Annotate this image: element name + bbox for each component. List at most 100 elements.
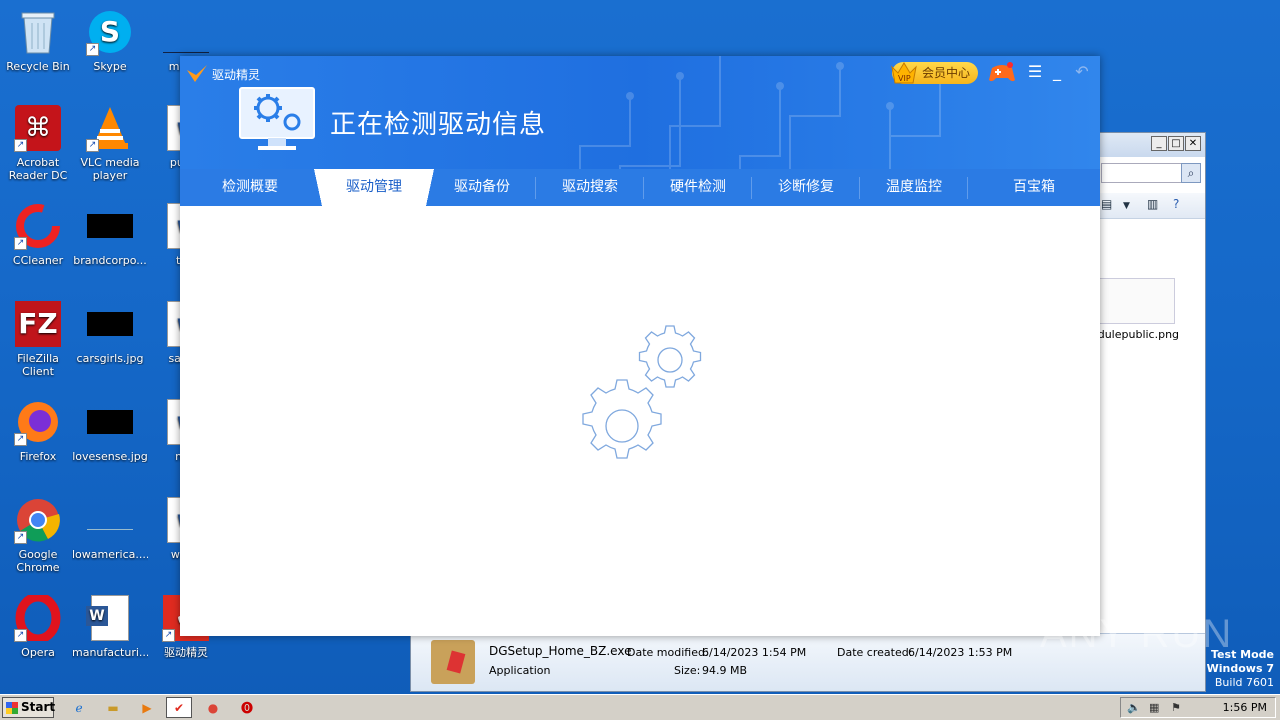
desktop-icon-label: Recycle Bin [6,60,70,73]
search-input[interactable] [1101,163,1189,183]
installer-package-icon [431,640,475,684]
desktop-icon-skype[interactable]: S ↗ Skype [72,8,148,73]
loading-gears-icon [582,325,702,459]
desktop-icon-label: Firefox [19,450,57,463]
tab-label: 诊断修复 [778,179,834,195]
desktop-icon-vlc[interactable]: ↗ VLC media player [72,104,148,182]
desktop-icon-label: Skype [93,60,127,73]
details-date-modified-label: Date modified: [627,646,709,659]
filezilla-icon: FZ [14,300,62,348]
drivergenius-logo-icon [187,65,207,82]
tab-label: 检测概要 [222,179,278,195]
opera-icon: ↗ [14,594,62,642]
recycle-bin-icon [14,8,62,56]
system-tray: 🔈 ▦ ⚑ 1:56 PM [1120,697,1276,718]
desktop-icon-label: FileZilla Client [17,352,59,378]
menu-icon[interactable]: ☰ [1026,62,1044,81]
page-title: 正在检测驱动信息 [330,110,547,140]
file-thumbnail[interactable] [1091,278,1175,324]
desktop-icon-label: 驱动精灵 [164,646,208,659]
tab-label: 硬件检测 [670,179,726,195]
desktop-icon-label: Google Chrome [16,548,60,574]
vip-crown-icon: VIP [891,62,917,84]
vip-center-label: 会员中心 [922,66,971,80]
drivergenius-taskbar-icon[interactable]: ✔ [166,697,192,718]
tab-driver-management[interactable]: 驱动管理 [314,169,434,206]
details-date-created: 6/14/2023 1:53 PM [908,646,1013,659]
minimize-button[interactable]: _ [1151,136,1167,151]
tab-overview[interactable]: 检测概要 [180,169,320,206]
view-icon[interactable]: ▤ [1101,197,1112,211]
acrobat-icon: ⌘ ↗ [14,104,62,152]
search-icon[interactable]: ⌕ [1181,163,1201,183]
firefox-icon: ↗ [14,398,62,446]
chevron-down-icon[interactable]: ▼ [1123,201,1130,211]
vlc-icon: ↗ [86,104,134,152]
desktop-icon-label: manufacturi... [72,646,148,659]
tab-label: 驱动备份 [454,179,510,195]
desktop-icon-lovesense[interactable]: lovesense.jpg [72,398,148,463]
desktop-icon-manufacturi[interactable]: W manufacturi... [72,594,148,659]
vip-center-button[interactable]: VIP 会员中心 [891,62,978,84]
tab-driver-backup[interactable]: 驱动备份 [428,169,536,206]
explorer-taskbar-icon[interactable]: ▬ [100,697,126,718]
desktop-icon-carsgirls[interactable]: carsgirls.jpg [72,300,148,365]
file-label: odulepublic.png [1091,328,1180,341]
desktop-icon-acrobat[interactable]: ⌘ ↗ Acrobat Reader DC [0,104,76,182]
taskbar: Start ℯ ▬ ▶ ✔ ● ⓿ 🔈 ▦ ⚑ 1:56 PM [0,694,1280,720]
app-logo: 驱动精灵 [186,64,260,84]
details-file-type: Application [489,664,551,677]
skype-icon: S ↗ [86,8,134,56]
tab-temperature[interactable]: 温度监控 [860,169,968,206]
ccleaner-icon: ↗ [14,202,62,250]
tab-driver-search[interactable]: 驱动搜索 [536,169,644,206]
maximize-button[interactable]: □ [1168,136,1184,151]
desktop-icon-label: carsgirls.jpg [76,352,144,365]
tab-hardware-check[interactable]: 硬件检测 [644,169,752,206]
desktop-icon-recycle-bin[interactable]: Recycle Bin [0,8,76,73]
image-thumbnail-icon [86,496,134,544]
tab-label: 温度监控 [886,179,942,195]
volume-icon[interactable]: 🔈 [1127,701,1141,714]
test-mode-line: Build 7601 [1214,676,1274,689]
desktop-icon-firefox[interactable]: ↗ Firefox [0,398,76,463]
desktop-icon-brandcorpo[interactable]: brandcorpo... [72,202,148,267]
close-button[interactable]: ✕ [1185,136,1201,151]
ie-taskbar-icon[interactable]: ℯ [66,697,92,718]
clock[interactable]: 1:56 PM [1223,701,1267,714]
help-icon[interactable]: ? [1173,197,1179,211]
desktop-icon-chrome[interactable]: ↗ Google Chrome [0,496,76,574]
app-header: 驱动精灵 正在检测驱动信息 VIP 会员中心 ☰ _ ↶ 检测概要 驱动管理 驱… [180,56,1100,206]
network-icon[interactable]: ▦ [1149,701,1159,714]
opera-taskbar-icon[interactable]: ⓿ [234,697,260,718]
desktop-icon-filezilla[interactable]: FZ FileZilla Client [0,300,76,378]
image-thumbnail-icon [86,300,134,348]
minimize-icon[interactable]: _ [1048,62,1066,81]
media-player-taskbar-icon[interactable]: ▶ [134,697,160,718]
preview-pane-icon[interactable]: ▥ [1147,197,1158,211]
details-date-created-label: Date created: [837,646,913,659]
test-mode-line: Test Mode [1211,648,1274,661]
anyrun-watermark: ANY RUN [1040,612,1234,656]
drivergenius-window: 驱动精灵 正在检测驱动信息 VIP 会员中心 ☰ _ ↶ 检测概要 驱动管理 驱… [180,56,1100,636]
word-document-icon: W [86,594,134,642]
undo-icon[interactable]: ↶ [1073,62,1091,81]
tab-toolbox[interactable]: 百宝箱 [968,169,1100,206]
desktop-icon-label: CCleaner [12,254,64,267]
image-thumbnail-icon [86,398,134,446]
test-mode-line: Windows 7 [1206,662,1274,675]
gamepad-icon[interactable] [988,60,1016,84]
start-label: Start [21,700,56,714]
tab-diagnose-repair[interactable]: 诊断修复 [752,169,860,206]
desktop-icon-lowamerica[interactable]: lowamerica.... [72,496,148,561]
tab-bar: 检测概要 驱动管理 驱动备份 驱动搜索 硬件检测 诊断修复 温度监控 百宝箱 [180,169,1100,206]
chrome-taskbar-icon[interactable]: ● [200,697,226,718]
desktop-icon-label: brandcorpo... [73,254,147,267]
action-center-flag-icon[interactable]: ⚑ [1171,701,1181,714]
app-name: 驱动精灵 [212,67,261,82]
desktop-icon-ccleaner[interactable]: ↗ CCleaner [0,202,76,267]
image-thumbnail-icon [86,202,134,250]
desktop-icon-opera[interactable]: ↗ Opera [0,594,76,659]
start-button[interactable]: Start [2,697,56,718]
tab-label: 驱动管理 [346,179,402,195]
